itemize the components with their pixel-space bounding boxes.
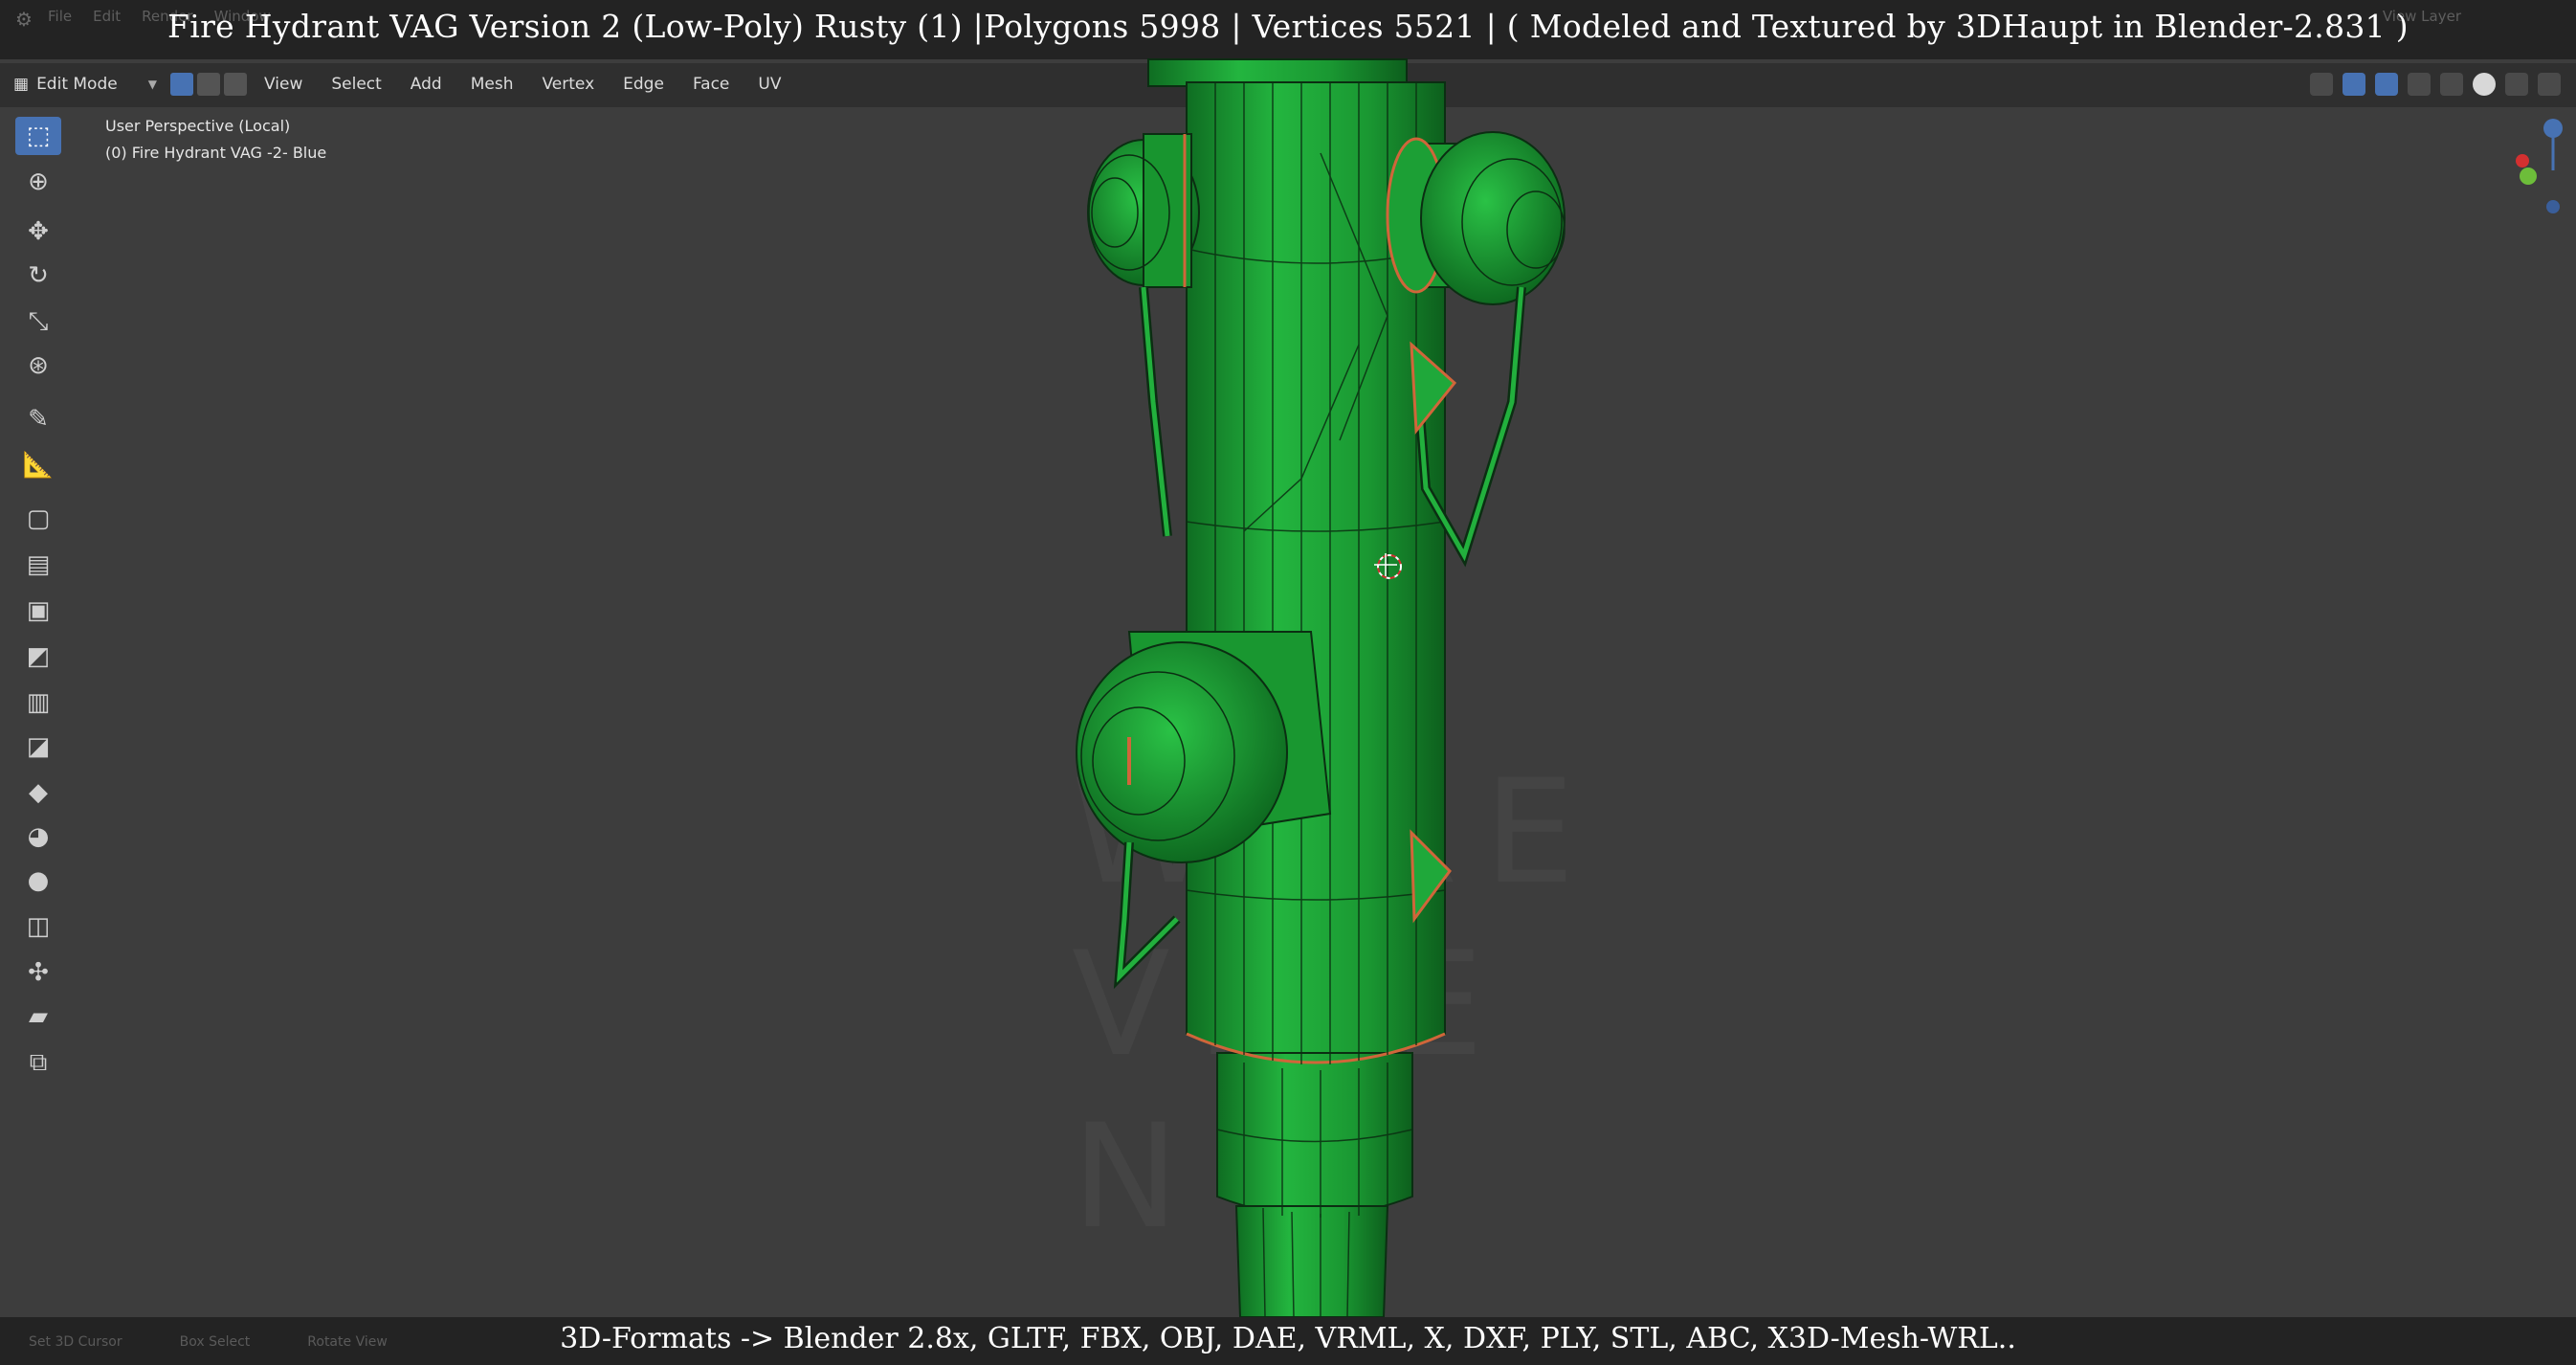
upper-left-nozzle: [1087, 133, 1200, 288]
base-pipe: [1234, 1205, 1389, 1318]
lower-neck: [1216, 1052, 1413, 1217]
fire-hydrant-mesh[interactable]: [0, 0, 2576, 1365]
neg-z-axis-icon[interactable]: [2546, 200, 2560, 213]
mouse-crosshair-icon: [1374, 553, 1397, 576]
upper-right-nozzle: [1386, 131, 1566, 305]
navigation-gizmo[interactable]: [2499, 113, 2576, 218]
x-axis-icon[interactable]: [2516, 154, 2529, 168]
z-axis-icon[interactable]: [2543, 119, 2563, 138]
formats-overlay: 3D-Formats -> Blender 2.8x, GLTF, FBX, O…: [560, 1322, 2016, 1355]
y-axis-icon[interactable]: [2520, 168, 2537, 185]
